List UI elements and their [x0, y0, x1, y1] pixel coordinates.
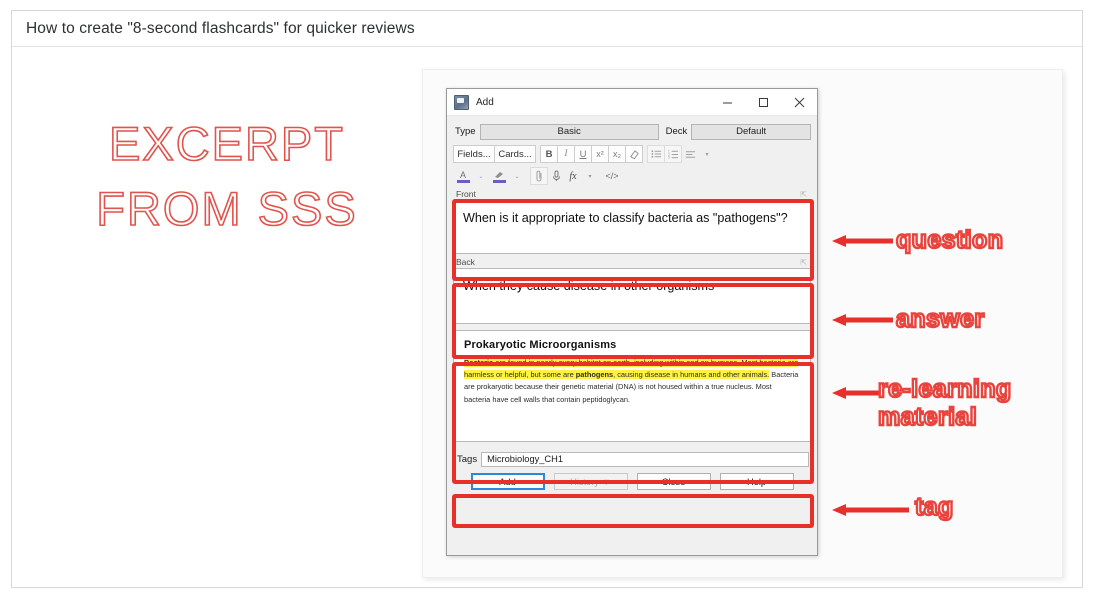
align-icon[interactable]	[681, 145, 699, 163]
paperclip-icon[interactable]	[530, 167, 548, 185]
tags-row: Tags Microbiology_CH1	[453, 450, 811, 468]
superscript-button[interactable]: x²	[591, 145, 609, 163]
arrow-answer-icon	[832, 314, 893, 326]
editor-toolbar-row-1: Fields... Cards... B I U x² x₂ 123 ▾	[453, 144, 811, 164]
highlight-color-swatch	[492, 179, 506, 183]
material-text-run: pathogens	[575, 370, 614, 380]
field-front-label: Front	[456, 189, 476, 199]
anki-add-window: Add Type Basic Deck Default Fields... Ca…	[446, 88, 818, 556]
field-material-box[interactable]: Prokaryotic Microorganisms Bacteria are …	[453, 330, 811, 442]
html-editor-icon[interactable]: </>	[603, 167, 621, 185]
microphone-icon[interactable]	[547, 167, 565, 185]
align-caret-icon[interactable]: ▾	[698, 145, 716, 163]
subscript-button[interactable]: x₂	[608, 145, 626, 163]
field-front-value: When is it appropriate to classify bacte…	[463, 211, 788, 225]
field-back: Back ⇱ When they cause disease in other …	[453, 256, 811, 324]
field-back-value: When they cause disease in other organis…	[463, 279, 715, 293]
fields-button[interactable]: Fields...	[453, 145, 495, 163]
field-back-box[interactable]: When they cause disease in other organis…	[453, 268, 811, 324]
deck-label: Deck	[665, 126, 688, 137]
field-material-inner: Prokaryotic Microorganisms Bacteria are …	[454, 331, 810, 413]
watermark-line-1: EXCERPT	[108, 116, 345, 171]
page-header: How to create "8-second flashcards" for …	[12, 11, 1082, 47]
text-color-caret-icon[interactable]: ⌄	[472, 167, 490, 185]
equation-caret-icon[interactable]: ▾	[581, 167, 599, 185]
eraser-icon[interactable]	[625, 145, 643, 163]
field-back-label: Back	[456, 257, 475, 267]
equation-button[interactable]: fx	[564, 167, 582, 185]
window-titlebar: Add	[447, 89, 817, 116]
annotation-label-material-line-2: material	[877, 402, 978, 432]
underline-button[interactable]: U	[574, 145, 592, 163]
field-front-box[interactable]: When is it appropriate to classify bacte…	[453, 200, 811, 254]
field-front-header: Front ⇱	[453, 188, 811, 200]
add-button[interactable]: Add	[470, 473, 545, 490]
italic-button[interactable]: I	[557, 145, 575, 163]
field-material: Prokaryotic Microorganisms Bacteria are …	[453, 330, 811, 442]
help-button[interactable]: Help	[719, 473, 794, 490]
window-body: Type Basic Deck Default Fields... Cards.…	[447, 116, 817, 490]
minimize-icon[interactable]	[709, 89, 745, 115]
annotation-label-answer: answer	[895, 304, 986, 334]
watermark-line-2: FROM SSS	[95, 181, 358, 236]
pin-icon[interactable]: ⇱	[800, 190, 809, 199]
text-color-swatch	[456, 179, 470, 183]
watermark-excerpt: EXCERPT FROM SSS	[62, 112, 392, 242]
maximize-icon[interactable]	[745, 89, 781, 115]
material-text-run: Bacteria	[464, 358, 494, 367]
screenshot-root: How to create "8-second flashcards" for …	[0, 0, 1095, 600]
svg-text:3: 3	[668, 156, 670, 159]
numbered-list-icon[interactable]: 123	[664, 145, 682, 163]
annotation-label-material: re-learning material	[877, 374, 1013, 432]
pin-icon[interactable]: ⇱	[800, 258, 809, 267]
arrow-question-icon	[832, 235, 893, 247]
material-paragraph: Bacteria are found in nearly every habit…	[464, 357, 800, 406]
close-icon[interactable]	[781, 89, 817, 115]
window-title: Add	[476, 96, 494, 108]
bullet-list-icon[interactable]	[647, 145, 665, 163]
annotation-label-material-line-1: re-learning	[877, 374, 1013, 404]
deck-select[interactable]: Default	[691, 123, 811, 140]
history-button[interactable]: History ▼	[553, 473, 628, 490]
field-back-header: Back ⇱	[453, 256, 811, 268]
arrow-tag-icon	[832, 504, 909, 516]
tags-label: Tags	[457, 453, 478, 465]
bold-button[interactable]: B	[540, 145, 558, 163]
close-button[interactable]: Close	[636, 473, 711, 490]
text-color-glyph: A	[459, 169, 466, 180]
tags-input[interactable]: Microbiology_CH1	[481, 451, 809, 467]
material-heading: Prokaryotic Microorganisms	[464, 339, 617, 351]
field-front: Front ⇱ When is it appropriate to classi…	[453, 188, 811, 254]
arrow-material-icon	[832, 387, 883, 399]
highlighter-icon[interactable]	[489, 167, 509, 185]
dialog-button-row: Add History ▼ Close Help	[453, 468, 811, 490]
editor-toolbar-row-2: A ⌄ ⌄ fx ▾ </>	[453, 166, 811, 186]
anki-app-icon	[454, 94, 469, 110]
highlight-caret-icon[interactable]: ⌄	[508, 167, 526, 185]
cards-button[interactable]: Cards...	[494, 145, 536, 163]
page-title: How to create "8-second flashcards" for …	[26, 19, 415, 37]
type-label: Type	[455, 126, 476, 137]
type-deck-row: Type Basic Deck Default	[453, 123, 811, 140]
note-type-select[interactable]: Basic	[479, 123, 659, 140]
annotation-label-tag: tag	[914, 492, 955, 522]
annotation-label-question: question	[895, 225, 1004, 255]
text-color-button[interactable]: A	[453, 167, 473, 185]
material-text-run: , causing disease in humans and other an…	[613, 370, 770, 380]
